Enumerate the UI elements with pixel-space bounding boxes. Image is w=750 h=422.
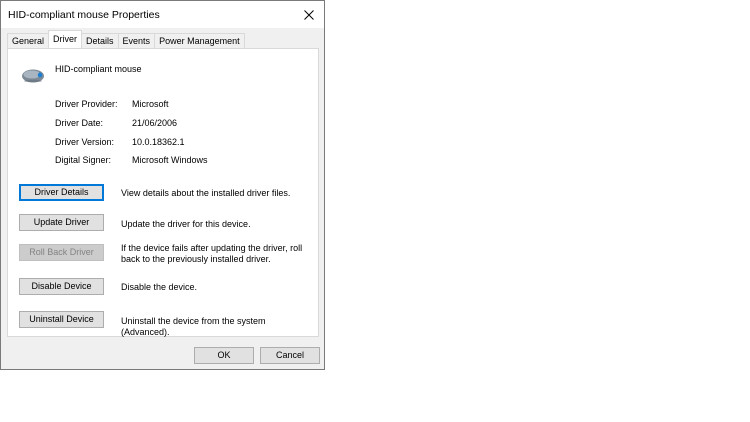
driver-details-button[interactable]: Driver Details	[19, 184, 104, 201]
mouse-icon	[22, 69, 44, 83]
title-bar: HID-compliant mouse Properties	[1, 1, 324, 28]
disable-device-button[interactable]: Disable Device	[19, 278, 104, 295]
driver-provider-label: Driver Provider:	[55, 99, 118, 109]
ok-button[interactable]: OK	[194, 347, 254, 364]
tab-details[interactable]: Details	[81, 33, 119, 48]
driver-date-label: Driver Date:	[55, 118, 104, 128]
tab-events[interactable]: Events	[117, 33, 156, 48]
close-button[interactable]	[294, 1, 324, 28]
update-driver-button[interactable]: Update Driver	[19, 214, 104, 231]
window-title: HID-compliant mouse Properties	[8, 9, 160, 21]
roll-back-driver-button[interactable]: Roll Back Driver	[19, 244, 104, 261]
tab-general[interactable]: General	[7, 33, 50, 48]
disable-device-description: Disable the device.	[121, 282, 198, 292]
uninstall-device-description: Uninstall the device from the system (Ad…	[121, 316, 266, 337]
tab-driver[interactable]: Driver	[48, 30, 83, 48]
cancel-button[interactable]: Cancel	[260, 347, 320, 364]
driver-details-description: View details about the installed driver …	[121, 188, 291, 198]
digital-signer-label: Digital Signer:	[55, 155, 112, 165]
tab-strip: General Driver Details Events Power Mana…	[7, 30, 245, 48]
uninstall-device-button[interactable]: Uninstall Device	[19, 311, 104, 328]
properties-dialog: HID-compliant mouse Properties General D…	[0, 0, 325, 370]
driver-date-value: 21/06/2006	[132, 118, 178, 128]
driver-version-label: Driver Version:	[55, 137, 115, 147]
driver-tab-panel: HID-compliant mouse Driver Provider: Mic…	[7, 48, 319, 337]
close-icon	[304, 9, 314, 20]
digital-signer-value: Microsoft Windows	[132, 155, 208, 165]
roll-back-driver-description: If the device fails after updating the d…	[121, 243, 303, 264]
driver-provider-value: Microsoft	[132, 99, 169, 109]
device-name: HID-compliant mouse	[55, 64, 142, 74]
update-driver-description: Update the driver for this device.	[121, 219, 251, 229]
driver-version-value: 10.0.18362.1	[132, 137, 185, 147]
tab-power-management[interactable]: Power Management	[154, 33, 245, 48]
